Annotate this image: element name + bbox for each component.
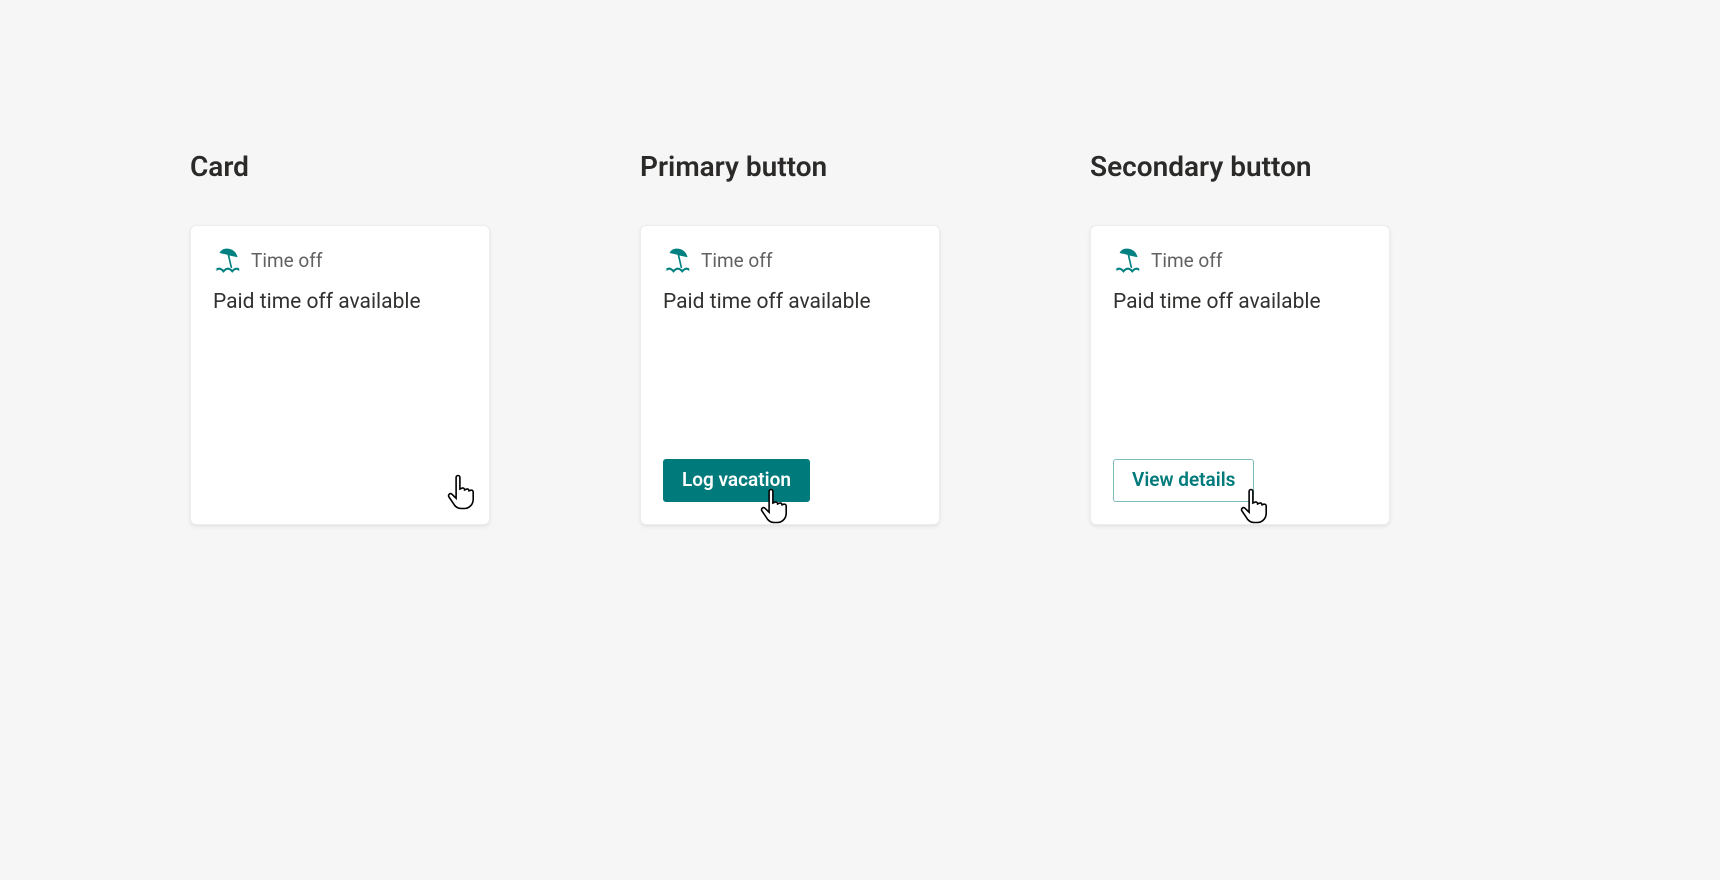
time-off-card[interactable]: Time off Paid time off available Log vac… <box>640 225 940 525</box>
card-body-text: Paid time off available <box>213 288 467 316</box>
time-off-card[interactable]: Time off Paid time off available <box>190 225 490 525</box>
beach-umbrella-icon <box>1113 246 1141 274</box>
card-header: Time off <box>663 246 917 274</box>
card-header: Time off <box>213 246 467 274</box>
time-off-card[interactable]: Time off Paid time off available View de… <box>1090 225 1390 525</box>
card-body-text: Paid time off available <box>1113 288 1367 316</box>
beach-umbrella-icon <box>213 246 241 274</box>
example-card-only: Card Time off Paid time off available <box>190 150 490 525</box>
view-details-button[interactable]: View details <box>1113 459 1254 502</box>
card-body-text: Paid time off available <box>663 288 917 316</box>
example-primary-button: Primary button Time off Paid time off av… <box>640 150 940 525</box>
card-header-title: Time off <box>1151 249 1222 272</box>
section-title: Card <box>190 150 490 183</box>
log-vacation-button[interactable]: Log vacation <box>663 459 810 502</box>
section-title: Secondary button <box>1090 150 1390 183</box>
card-header: Time off <box>1113 246 1367 274</box>
section-title: Primary button <box>640 150 940 183</box>
example-secondary-button: Secondary button Time off Paid time off … <box>1090 150 1390 525</box>
card-header-title: Time off <box>251 249 322 272</box>
beach-umbrella-icon <box>663 246 691 274</box>
card-header-title: Time off <box>701 249 772 272</box>
